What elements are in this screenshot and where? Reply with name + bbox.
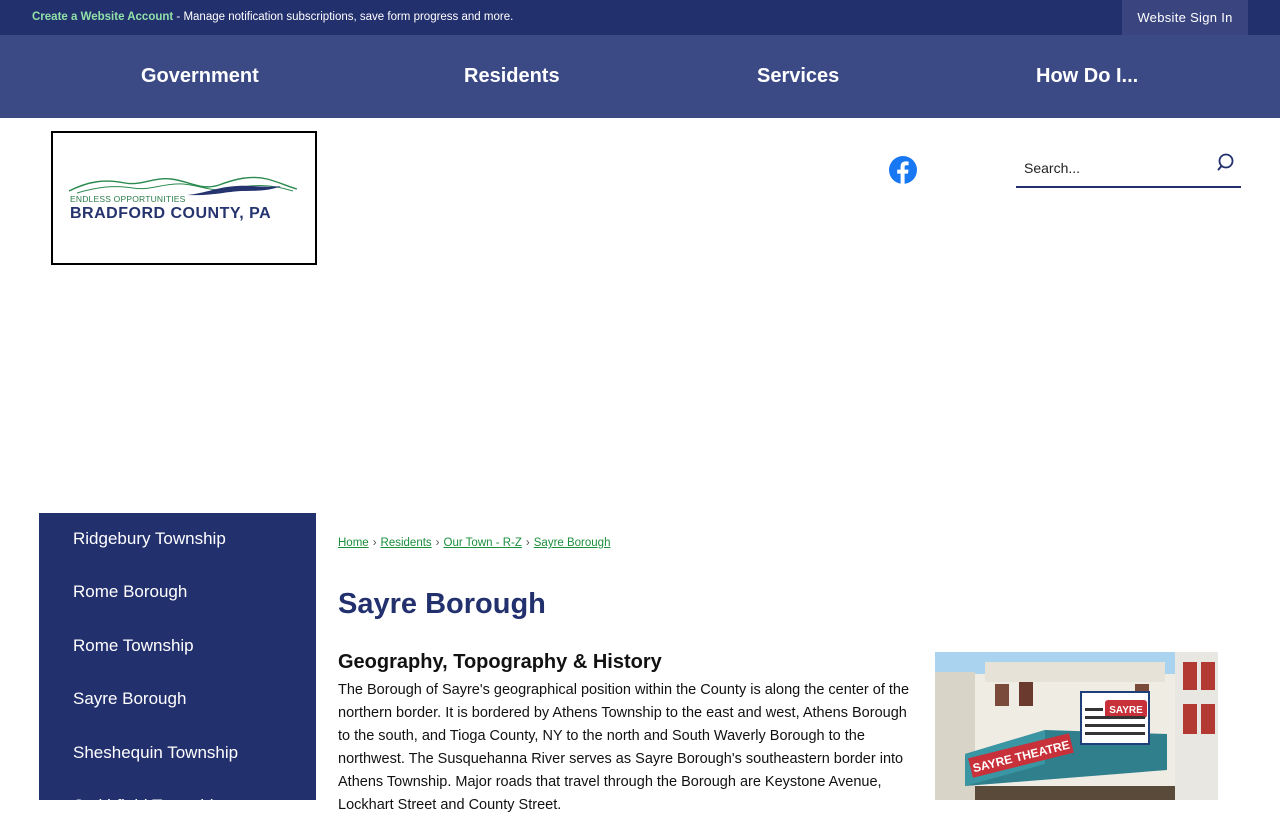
search-icon — [1217, 153, 1234, 171]
breadcrumb-separator: › — [435, 537, 440, 549]
sidebar-item-rome-borough[interactable]: Rome Borough — [73, 582, 187, 602]
nav-item-government[interactable]: Government — [141, 65, 259, 88]
breadcrumb-residents[interactable]: Residents — [381, 537, 432, 549]
breadcrumb-separator: › — [372, 537, 377, 549]
utility-bar: Create a Website Account - Manage notifi… — [0, 0, 1280, 35]
logo-tagline: ENDLESS OPPORTUNITIES — [70, 194, 186, 204]
create-account-link[interactable]: Create a Website Account — [32, 11, 173, 23]
logo-name: BRADFORD COUNTY, PA — [70, 205, 272, 222]
logo-hills-river-graphic — [68, 176, 298, 196]
facebook-icon[interactable] — [889, 156, 917, 184]
sidebar-item-ridgebury-township[interactable]: Ridgebury Township — [73, 529, 226, 549]
breadcrumb: Home › Residents › Our Town - R-Z › Sayre Boro… — [338, 537, 610, 549]
search-input[interactable] — [1024, 156, 1204, 180]
account-message: Create a Website Account - Manage notifi… — [32, 11, 513, 23]
nav-item-services[interactable]: Services — [757, 65, 839, 88]
breadcrumb-home[interactable]: Home — [338, 537, 369, 549]
website-sign-in-button[interactable]: Website Sign In — [1122, 0, 1248, 35]
site-logo[interactable]: ENDLESS OPPORTUNITIES BRADFORD COUNTY, P… — [51, 131, 317, 265]
nav-item-residents[interactable]: Residents — [464, 65, 560, 88]
page-title: Sayre Borough — [338, 588, 546, 620]
sayre-theatre-photo: SAYRE SAYRE THEATRE — [935, 652, 1218, 800]
breadcrumb-our-town[interactable]: Our Town - R-Z — [444, 537, 522, 549]
sidebar-item-sayre-borough[interactable]: Sayre Borough — [73, 689, 186, 709]
sidebar-item-smithfield-township[interactable]: Smithfield Township — [73, 796, 223, 816]
sidebar-item-sheshequin-township[interactable]: Sheshequin Township — [73, 743, 238, 763]
breadcrumb-sayre-borough[interactable]: Sayre Borough — [534, 537, 611, 549]
breadcrumb-separator: › — [525, 537, 530, 549]
nav-item-how-do-i[interactable]: How Do I... — [1036, 65, 1138, 88]
sidebar-nav: Ridgebury Township Rome Borough Rome Tow… — [39, 513, 316, 815]
search-button[interactable] — [1216, 152, 1238, 174]
body-paragraph: The Borough of Sayre's geographical posi… — [338, 682, 910, 813]
sidebar-item-rome-township[interactable]: Rome Township — [73, 636, 194, 656]
photo-sign-text: SAYRE — [1109, 705, 1143, 716]
account-message-text: - Manage notification subscriptions, sav… — [173, 11, 514, 23]
section-heading: Geography, Topography & History — [338, 651, 662, 673]
search-box — [1016, 148, 1241, 188]
main-navigation: Government Residents Services How Do I..… — [0, 35, 1280, 118]
